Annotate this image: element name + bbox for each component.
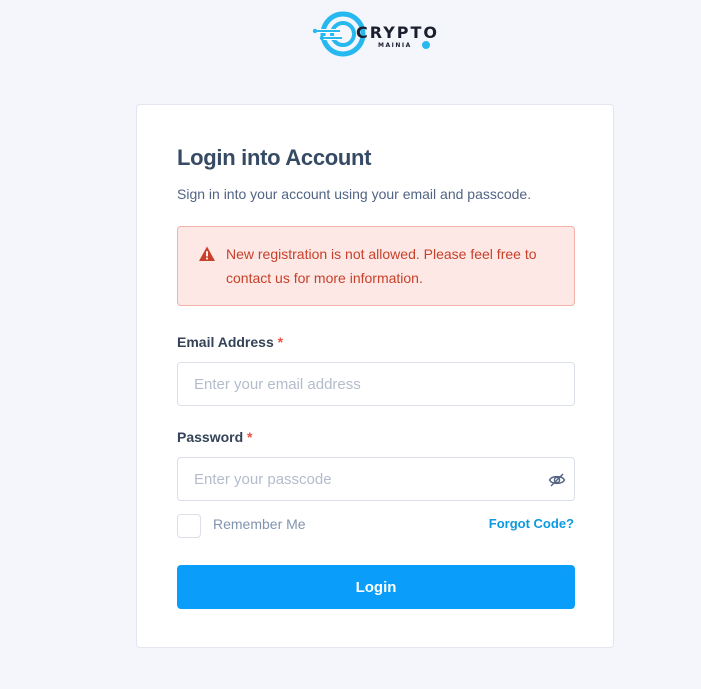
login-button[interactable]: Login <box>177 565 575 609</box>
warning-triangle-icon <box>199 246 215 261</box>
remember-me-label: Remember Me <box>213 516 306 532</box>
page-title: Login into Account <box>177 145 372 170</box>
registration-alert: New registration is not allowed. Please … <box>177 226 575 306</box>
eye-slash-icon[interactable] <box>548 471 566 489</box>
brand-tagline: MAINIA <box>378 42 412 49</box>
email-label-text: Email Address <box>177 334 274 350</box>
forgot-code-link[interactable]: Forgot Code? <box>489 516 574 531</box>
password-field[interactable] <box>177 457 575 501</box>
required-mark: * <box>277 334 284 350</box>
email-field[interactable] <box>177 362 575 406</box>
brand-name: CRYPTO <box>356 23 440 42</box>
required-mark: * <box>247 429 253 445</box>
alert-message: New registration is not allowed. Please … <box>226 246 537 286</box>
brand-dot <box>422 41 430 49</box>
page-subtitle: Sign in into your account using your ema… <box>177 186 532 202</box>
email-label: Email Address * <box>177 334 283 350</box>
brand-logo: CRYPTO MAINIA <box>312 10 442 60</box>
password-label-text: Password <box>177 429 244 445</box>
password-label: Password * <box>177 429 252 445</box>
remember-me-checkbox[interactable] <box>177 514 201 538</box>
login-card: Login into Account Sign in into your acc… <box>136 104 614 648</box>
